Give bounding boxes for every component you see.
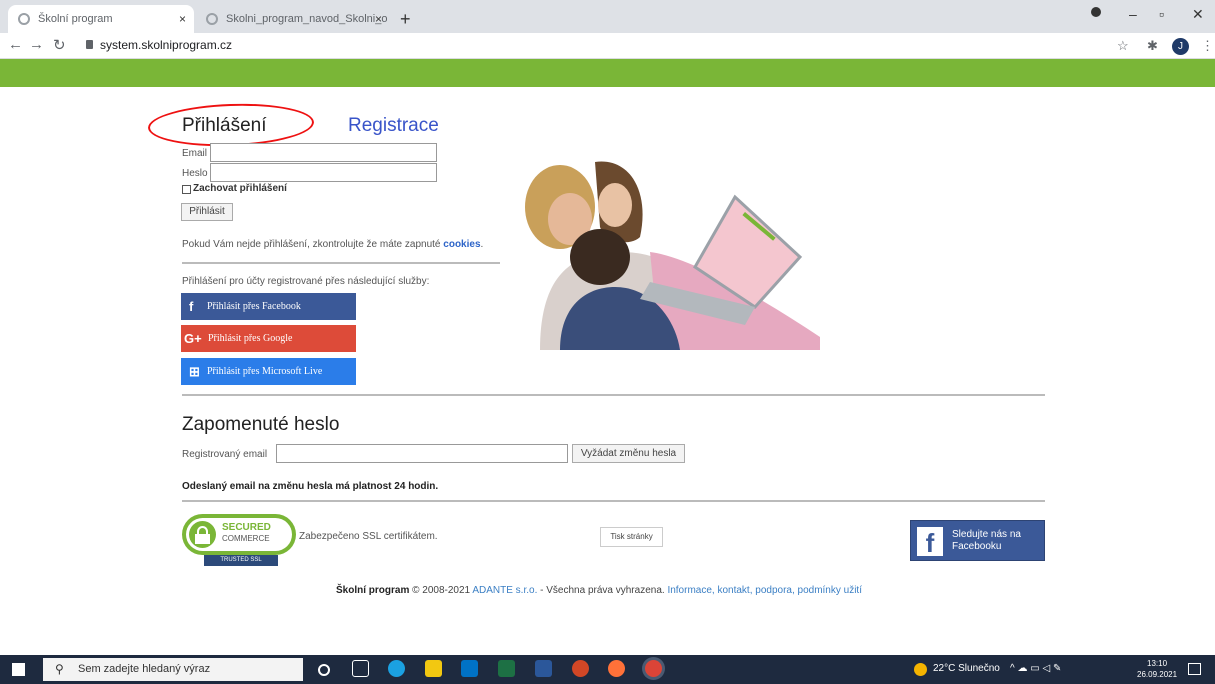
facebook-login-button[interactable]: f Přihlásit přes Facebook [181,293,356,320]
footer-rights: - Všechna práva vyhrazena. [540,585,665,596]
address-toolbar: ← → ↻ system.skolniprogram.cz ☆ ✱ J ⋮ [0,33,1215,59]
weather-text[interactable]: 22°C Slunečno [933,663,1000,674]
cookies-note-text: Pokud Vám nejde přihlášení, zkontrolujte… [182,239,441,250]
password-label: Heslo [182,168,208,179]
secured-commerce-badge: SECURED COMMERCE TRUSTED SSL [182,514,296,566]
check-favicon-icon [206,13,218,25]
tab-title: Skolni_program_navod_Skolni_o [226,13,388,25]
reload-icon[interactable]: ↻ [53,36,66,54]
taskbar-search[interactable]: ⚲ Sem zadejte hledaný výraz [43,658,303,681]
clock-time: 13:10 [1147,659,1168,668]
divider [182,500,1045,502]
facebook-follow-button[interactable]: f Sledujte nás na Facebooku [910,520,1045,561]
badge-commerce: COMMERCE [222,534,270,543]
facebook-icon: f [189,299,194,314]
remember-checkbox[interactable] [182,185,191,194]
facebook-icon: f [917,527,943,558]
edge-icon[interactable] [388,660,405,677]
login-button[interactable]: Přihlásit [181,203,233,221]
close-window-icon[interactable]: ✕ [1192,6,1204,23]
registered-email-label: Registrovaný email [182,449,268,460]
site-header-bar [0,59,1215,87]
login-title: Přihlášení [182,115,267,136]
print-page-button[interactable]: Tisk stránky [600,527,663,547]
taskbar-search-placeholder: Sem zadejte hledaný výraz [78,663,211,675]
tab-title: Školní program [38,13,113,25]
close-tab-icon[interactable]: × [179,5,186,33]
windows-taskbar: ⚲ Sem zadejte hledaný výraz 22°C Slunečn… [0,655,1215,684]
windows-icon: ⊞ [189,364,200,379]
url-field[interactable]: system.skolniprogram.cz [100,38,232,52]
email-field[interactable] [210,143,437,162]
cookies-note: Pokud Vám nejde přihlášení, zkontrolujte… [182,239,483,250]
facebook-login-label: Přihlásit přes Facebook [207,301,301,312]
notifications-icon[interactable] [1188,663,1201,675]
cookies-link[interactable]: cookies [443,239,480,250]
cortana-icon[interactable] [318,664,330,676]
forgot-password-title: Zapomenuté heslo [182,414,340,435]
new-tab-button[interactable]: + [400,5,411,33]
bookmark-star-icon[interactable]: ☆ [1117,38,1129,54]
microsoft-login-button[interactable]: ⊞ Přihlásit přes Microsoft Live [181,358,356,385]
weather-sun-icon [914,663,927,676]
divider [182,394,1045,396]
tray-icons[interactable]: ^ ☁ ▭ ◁ ✎ [1010,663,1061,674]
tab-navod[interactable]: Skolni_program_navod_Skolni_o × [196,5,390,33]
outlook-icon[interactable] [461,660,478,677]
family-laptop-photo [525,161,820,350]
check-favicon-icon [18,13,30,25]
lock-icon[interactable] [86,40,93,49]
page-content: Přihlášení Registrace Email Heslo Zachov… [0,87,1215,655]
footer-brand: Školní program [336,585,410,596]
windows-start-icon[interactable] [12,663,25,676]
forward-arrow-icon[interactable]: → [29,36,44,53]
restore-icon[interactable]: ▫ [1159,6,1164,22]
ssl-text: Zabezpečeno SSL certifikátem. [299,531,438,542]
extensions-icon[interactable]: ✱ [1147,38,1158,54]
excel-icon[interactable] [498,660,515,677]
email-label: Email [182,148,208,159]
request-reset-button[interactable]: Vyžádat změnu hesla [572,444,685,463]
back-arrow-icon[interactable]: ← [8,36,23,53]
badge-trusted: TRUSTED SSL [204,555,278,566]
clock-date: 26.09.2021 [1137,670,1178,679]
footer-copyright: © 2008-2021 [412,585,471,596]
badge-secured: SECURED [222,522,271,533]
facebook-follow-label: Sledujte nás na Facebooku [952,529,1021,552]
chrome-icon[interactable] [645,660,662,677]
footer-info-links[interactable]: Informace, kontakt, podpora, podmínky už… [667,585,862,596]
firefox-icon[interactable] [608,660,625,677]
microsoft-login-label: Přihlásit přes Microsoft Live [207,366,323,377]
search-icon: ⚲ [55,662,64,676]
google-plus-icon: G+ [184,331,202,346]
google-login-button[interactable]: G+ Přihlásit přes Google [181,325,356,352]
google-login-label: Přihlásit přes Google [208,333,293,344]
divider [182,262,500,264]
social-caption: Přihlášení pro účty registrované přes ná… [182,276,430,287]
close-tab-icon[interactable]: × [375,5,382,33]
word-icon[interactable] [535,660,552,677]
browser-tab-bar: Školní program × Skolni_program_navod_Sk… [0,0,1215,33]
reset-validity-note: Odeslaný email na změnu hesla má platnos… [182,481,439,492]
clock[interactable]: 13:10 26.09.2021 [1137,658,1177,680]
register-link[interactable]: Registrace [348,115,439,137]
avatar[interactable]: J [1172,38,1189,55]
footer-company-link[interactable]: ADANTE s.r.o. [472,585,537,596]
remember-label: Zachovat přihlášení [193,183,287,194]
powerpoint-icon[interactable] [572,660,589,677]
password-field[interactable] [210,163,437,182]
menu-kebab-icon[interactable]: ⋮ [1201,38,1214,54]
footer: Školní program © 2008-2021 ADANTE s.r.o.… [336,585,862,596]
file-explorer-icon[interactable] [425,660,442,677]
padlock-icon [189,521,216,548]
profile-circle-icon[interactable] [1091,7,1101,17]
task-view-icon[interactable] [352,660,369,677]
minimize-icon[interactable]: – [1129,6,1137,22]
reset-email-field[interactable] [276,444,568,463]
cookies-note-end: . [480,239,484,250]
tab-skolni-program[interactable]: Školní program × [8,5,194,33]
